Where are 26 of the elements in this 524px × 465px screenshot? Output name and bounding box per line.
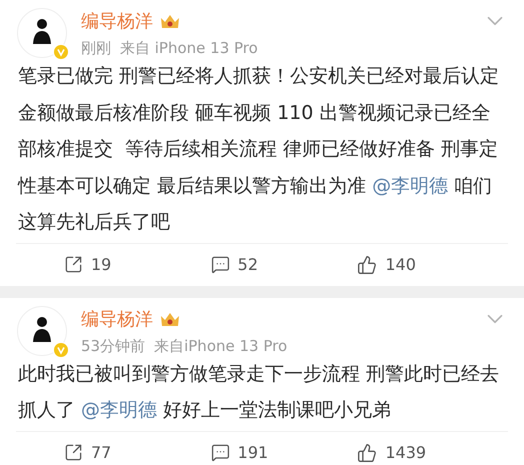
comment-icon <box>210 443 230 462</box>
comment-icon <box>210 255 230 274</box>
share-icon <box>64 255 83 274</box>
post-text: 此时我已被叫到警方做笔录走下一步流程 刑警此时已经去抓人了 @李明德 好好上一堂法制课吧小兄弟 <box>17 362 500 423</box>
thumbs-up-icon <box>357 254 378 274</box>
verified-badge-icon <box>53 44 69 60</box>
avatar[interactable] <box>17 8 67 58</box>
mention-link[interactable]: @李明德 <box>372 174 448 196</box>
like-button[interactable]: 140 <box>357 254 504 274</box>
post-time: 刚刚 <box>81 39 111 57</box>
like-button[interactable]: 1439 <box>357 442 504 462</box>
repost-button[interactable]: 19 <box>64 255 211 274</box>
crown-icon <box>159 310 181 328</box>
comment-button[interactable]: 191 <box>210 443 358 462</box>
avatar[interactable] <box>17 306 67 356</box>
post-text: 笔录已做完 刑警已经将人抓获！公安机关已经对最后认定金额做最后核准阶段 砸车视频 110 出警视频记录已经全部核准提交 等待后续相关流程 律师已经做好准备 刑事定性基本可以确定 最后结果以警方输出为准 @李明德 咱们这算先礼后兵了吧 <box>16 64 500 235</box>
verified-badge-icon <box>53 342 69 358</box>
post-source: 来自iPhone 13 Pro <box>154 336 288 354</box>
share-icon <box>64 443 83 462</box>
repost-button[interactable]: 77 <box>64 443 211 462</box>
mention-link[interactable]: @李明德 <box>81 399 158 421</box>
post-time: 53分钟前 <box>81 336 146 354</box>
comment-button[interactable]: 52 <box>210 255 358 274</box>
crown-icon <box>159 13 181 31</box>
thumbs-up-icon <box>357 442 378 462</box>
post-source: 来自 iPhone 13 Pro <box>120 39 258 57</box>
